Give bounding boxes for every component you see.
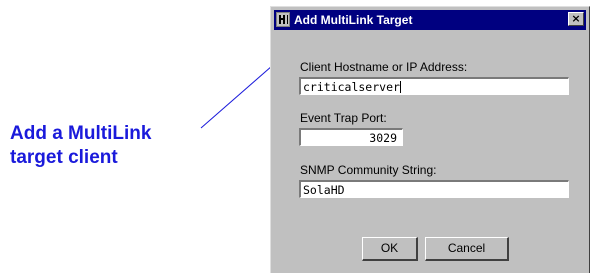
callout-line-1: Add a MultiLink [10, 123, 152, 144]
cancel-button[interactable]: Cancel [425, 237, 509, 261]
hostname-value: criticalserver [303, 80, 400, 94]
hostname-label: Client Hostname or IP Address: [300, 60, 468, 74]
hostname-input[interactable]: criticalserver [299, 77, 569, 95]
dialog-title: Add MultiLink Target [294, 13, 413, 27]
snmp-community-input[interactable]: SolaHD [299, 180, 569, 198]
snmp-community-value: SolaHD [303, 183, 345, 197]
ok-button[interactable]: OK [362, 237, 418, 261]
dialog-title-bar[interactable]: Add MultiLink Target × [274, 10, 586, 30]
close-icon[interactable]: × [568, 12, 584, 26]
event-trap-port-input[interactable]: 3029 [299, 128, 403, 146]
callout-line-2: target client [10, 147, 118, 168]
app-icon [276, 12, 290, 27]
event-trap-port-value: 3029 [369, 131, 397, 145]
event-trap-port-label: Event Trap Port: [300, 111, 387, 125]
snmp-community-label: SNMP Community String: [300, 163, 437, 177]
add-multilink-target-dialog: Add MultiLink Target × Client Hostname o… [270, 6, 590, 273]
text-caret [399, 81, 401, 93]
